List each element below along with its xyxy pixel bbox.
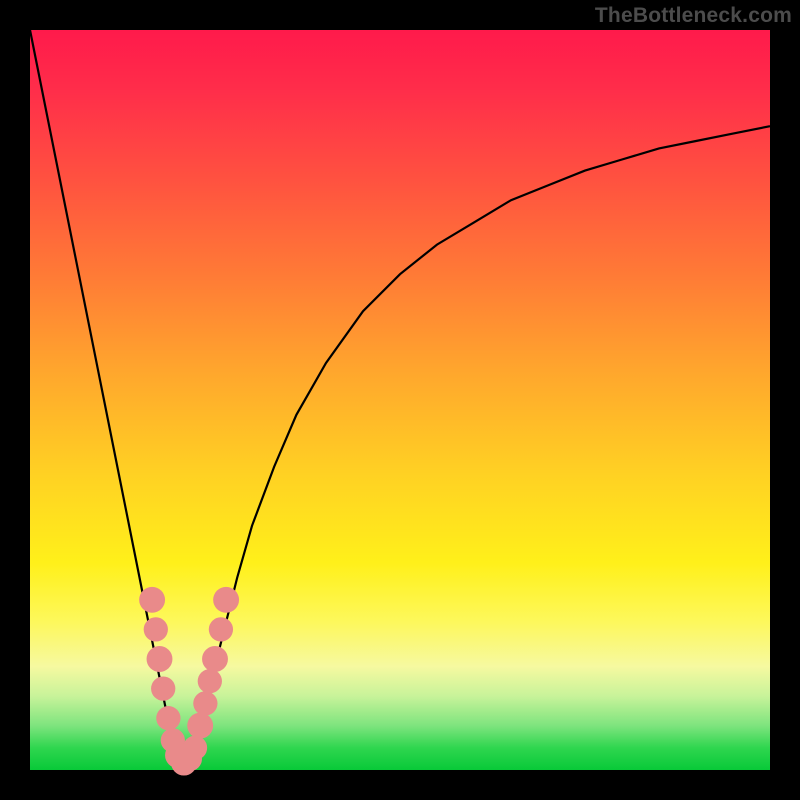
curve-markers: [139, 587, 239, 776]
curve-marker: [209, 617, 233, 641]
curve-marker: [193, 691, 217, 715]
watermark-text: TheBottleneck.com: [595, 4, 792, 28]
curve-marker: [187, 713, 213, 739]
curve-marker: [139, 587, 165, 613]
chart-frame: TheBottleneck.com: [0, 0, 800, 800]
curve-marker: [156, 706, 180, 730]
curve-marker: [151, 676, 175, 700]
curve-marker: [213, 587, 239, 613]
bottleneck-curve: [30, 30, 770, 763]
curve-marker: [202, 646, 228, 672]
curve-marker: [144, 617, 168, 641]
curve-marker: [147, 646, 173, 672]
curve-marker: [183, 736, 207, 760]
curve-svg: [30, 30, 770, 770]
curve-marker: [198, 669, 222, 693]
plot-area: [30, 30, 770, 770]
